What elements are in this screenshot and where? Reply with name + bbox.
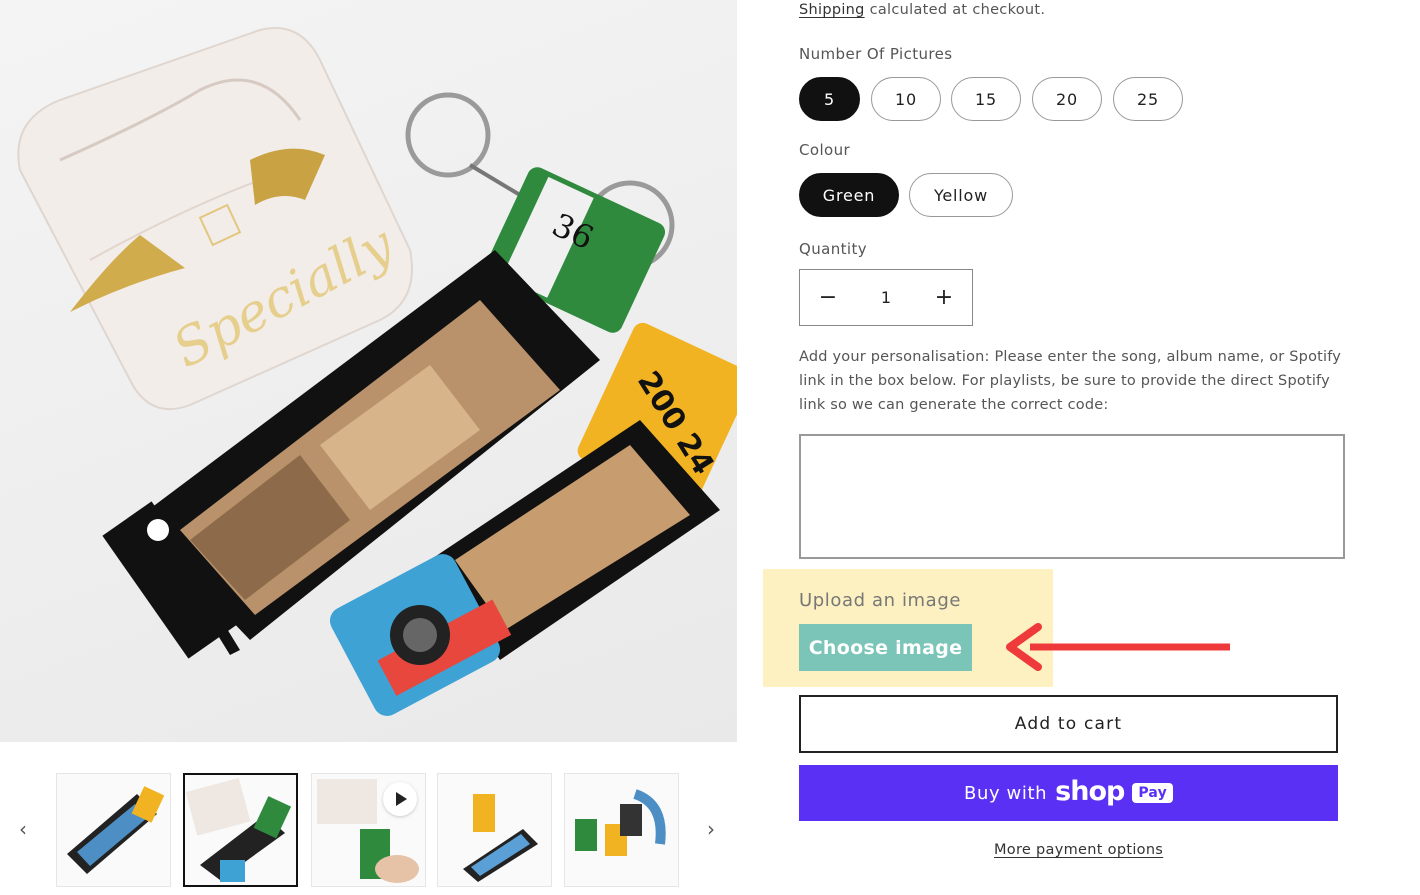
minus-icon[interactable]: − (800, 270, 856, 325)
plus-icon[interactable]: + (916, 270, 972, 325)
pictures-option-5[interactable]: 5 (799, 77, 860, 121)
thumbnail-carousel: ‹ › (0, 770, 737, 890)
quantity-label: Quantity (799, 240, 868, 258)
shipping-link[interactable]: Shipping (799, 2, 865, 18)
colour-label: Colour (799, 141, 851, 159)
chevron-left-icon[interactable]: ‹ (8, 814, 38, 844)
pictures-option-10[interactable]: 10 (871, 77, 941, 121)
thumbnail-1[interactable] (56, 773, 171, 887)
gift-box-graphic: Specially (17, 27, 413, 410)
colour-option-yellow[interactable]: Yellow (909, 173, 1013, 217)
thumbnail-2[interactable] (183, 773, 298, 887)
red-arrow-icon (1006, 623, 1230, 671)
pay-badge: Pay (1132, 783, 1173, 803)
thumbnail-3-video[interactable] (311, 773, 426, 887)
shipping-note: Shipping calculated at checkout. (799, 2, 1045, 18)
choose-image-button[interactable]: Choose image (799, 624, 972, 671)
buy-with-text: Buy with (964, 782, 1048, 804)
upload-label: Upload an image (799, 590, 962, 611)
chevron-right-icon[interactable]: › (696, 814, 726, 844)
thumbnail-5[interactable] (564, 773, 679, 887)
personalisation-instructions: Add your personalisation: Please enter t… (799, 349, 1342, 413)
add-to-cart-button[interactable]: Add to cart (799, 695, 1338, 753)
shipping-text: calculated at checkout. (864, 2, 1046, 18)
buy-with-shop-pay-button[interactable]: Buy with shop Pay (799, 765, 1338, 821)
play-icon[interactable] (383, 782, 417, 816)
more-payment-options-link[interactable]: More payment options (994, 842, 1163, 858)
quantity-value[interactable]: 1 (881, 288, 891, 307)
pictures-option-15[interactable]: 15 (951, 77, 1021, 121)
quantity-stepper: − 1 + (799, 269, 973, 326)
colour-option-green[interactable]: Green (799, 173, 899, 217)
main-product-image[interactable]: Specially 36 200 24 (0, 0, 737, 742)
pictures-option-25[interactable]: 25 (1113, 77, 1183, 121)
shop-logo: shop (1055, 775, 1125, 807)
personalisation-textarea[interactable] (799, 434, 1345, 559)
pictures-option-20[interactable]: 20 (1032, 77, 1102, 121)
thumbnail-4[interactable] (437, 773, 552, 887)
pictures-label: Number Of Pictures (799, 45, 953, 63)
